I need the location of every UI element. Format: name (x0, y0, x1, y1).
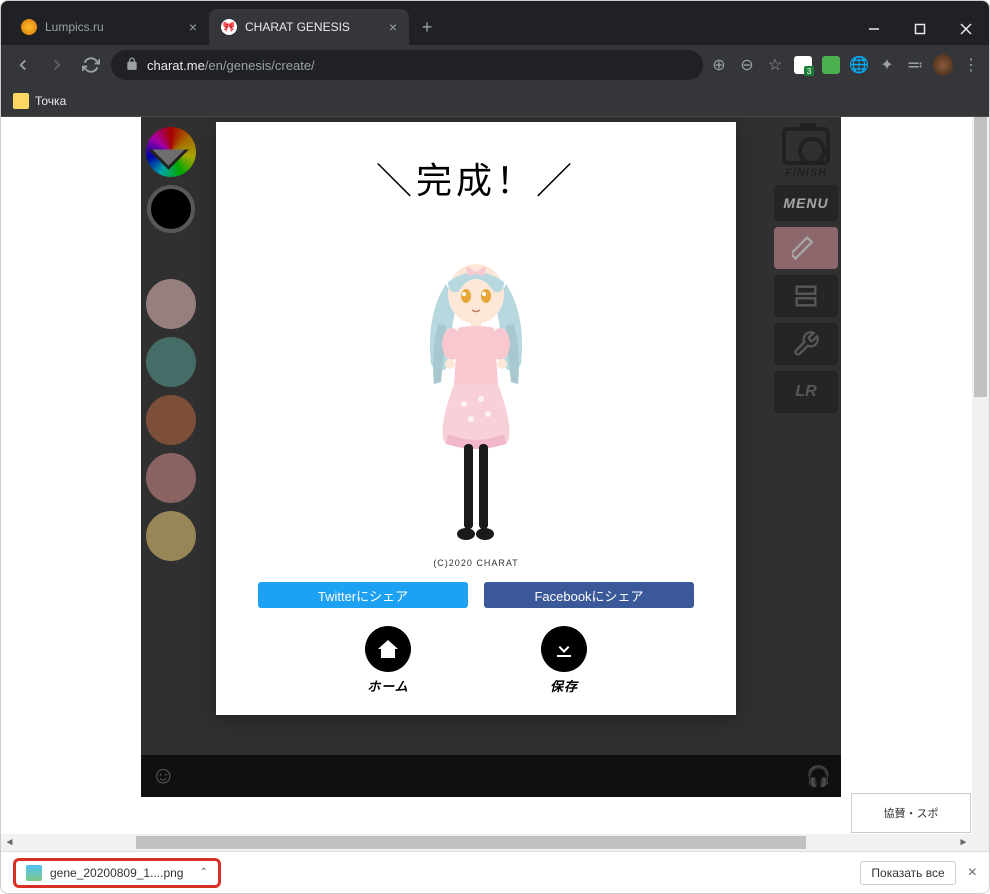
back-button[interactable] (9, 51, 37, 79)
profile-avatar[interactable] (933, 55, 953, 75)
download-item[interactable]: gene_20200809_1....png ⌃ (13, 858, 221, 888)
close-tab-icon[interactable]: × (189, 19, 197, 35)
favicon-lumpics (21, 19, 37, 35)
home-button[interactable]: ホーム (365, 626, 411, 695)
vertical-scrollbar[interactable] (972, 117, 989, 851)
save-button[interactable]: 保存 (541, 626, 587, 695)
reading-list-icon[interactable]: ≕ (905, 55, 925, 75)
modal-title: ＼完成！／ (240, 152, 712, 204)
bookmark-tochka[interactable]: Точка (13, 93, 66, 109)
extension-badge[interactable] (793, 55, 813, 75)
horizontal-scrollbar[interactable]: ◄ ► (1, 834, 972, 851)
tab-title: Lumpics.ru (45, 20, 104, 34)
twitter-share-button[interactable]: Twitterにシェア (258, 582, 468, 608)
zoom-in-icon[interactable]: ⊕ (709, 55, 729, 75)
close-download-bar-button[interactable]: × (968, 864, 977, 882)
address-bar: charat.me/en/genesis/create/ ⊕ ⊖ ☆ 🌐 ✦ ≕… (1, 45, 989, 85)
extension-music[interactable] (821, 55, 841, 75)
show-all-downloads-button[interactable]: Показать все (860, 861, 955, 885)
close-tab-icon[interactable]: × (389, 19, 397, 35)
completion-modal: ＼完成！／ (216, 122, 736, 715)
browser-tab-lumpics[interactable]: Lumpics.ru × (9, 9, 209, 45)
bookmarks-bar: Точка (1, 85, 989, 117)
file-icon (26, 865, 42, 881)
chevron-up-icon[interactable]: ⌃ (199, 867, 207, 878)
globe-icon[interactable]: 🌐 (849, 55, 869, 75)
zoom-icon[interactable]: ⊖ (737, 55, 757, 75)
minimize-button[interactable] (851, 13, 897, 45)
character-preview (376, 234, 576, 554)
copyright-text: (C)2020 CHARAT (240, 558, 712, 568)
maximize-button[interactable] (897, 13, 943, 45)
forward-button[interactable] (43, 51, 71, 79)
favicon-charat: 🎀 (221, 19, 237, 35)
menu-icon[interactable]: ⋮ (961, 55, 981, 75)
scroll-left-icon[interactable]: ◄ (1, 834, 18, 851)
lock-icon (125, 57, 139, 74)
tab-title: CHARAT GENESIS (245, 20, 350, 34)
sponsor-box[interactable]: 協賛・スポ (851, 793, 971, 833)
close-window-button[interactable] (943, 13, 989, 45)
home-icon (365, 626, 411, 672)
browser-tab-charat[interactable]: 🎀 CHARAT GENESIS × (209, 9, 409, 45)
folder-icon (13, 93, 29, 109)
reload-button[interactable] (77, 51, 105, 79)
scroll-right-icon[interactable]: ► (955, 834, 972, 851)
download-icon (541, 626, 587, 672)
window-titlebar: Lumpics.ru × 🎀 CHARAT GENESIS × + (1, 1, 989, 45)
star-icon[interactable]: ☆ (765, 55, 785, 75)
new-tab-button[interactable]: + (413, 13, 441, 41)
url-field[interactable]: charat.me/en/genesis/create/ (111, 50, 703, 80)
download-bar: gene_20200809_1....png ⌃ Показать все × (1, 851, 989, 893)
page-viewport: FINISH MENU LR ☺ 🎧 ＼完成！／ (1, 117, 989, 851)
extensions-icon[interactable]: ✦ (877, 55, 897, 75)
download-filename: gene_20200809_1....png (50, 866, 183, 880)
facebook-share-button[interactable]: Facebookにシェア (484, 582, 694, 608)
url-text: charat.me/en/genesis/create/ (147, 58, 315, 73)
